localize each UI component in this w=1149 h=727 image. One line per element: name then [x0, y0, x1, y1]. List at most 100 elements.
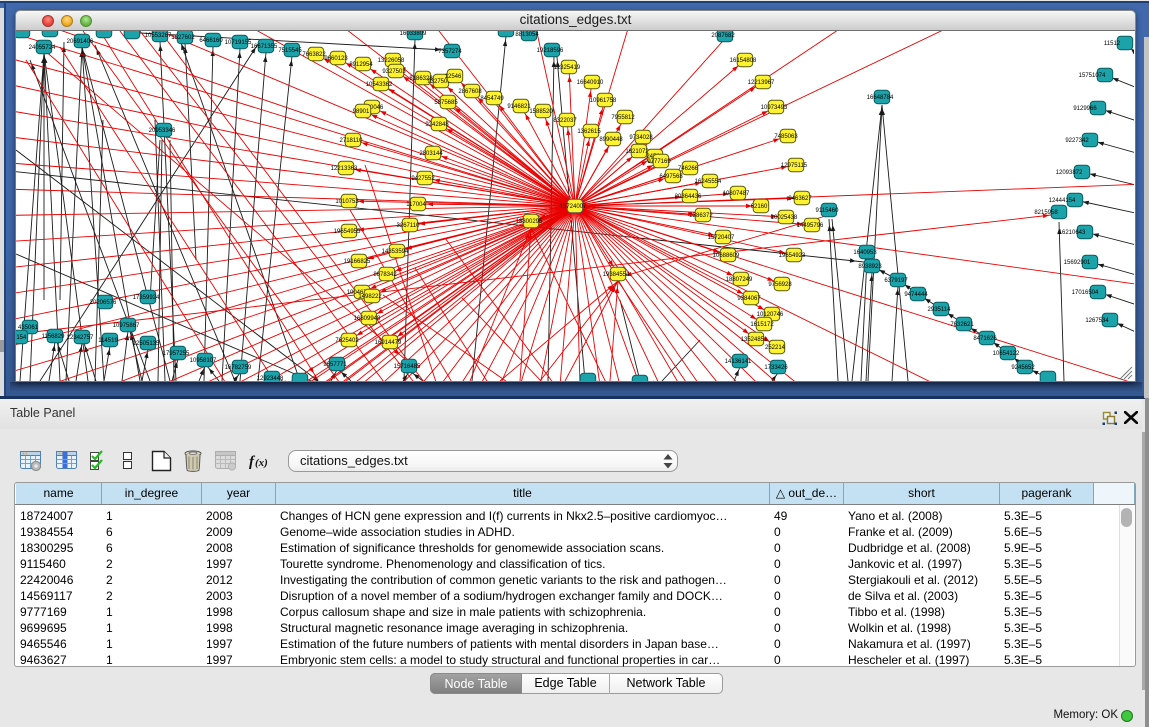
- svg-text:2935114: 2935114: [928, 307, 952, 313]
- svg-text:10975867: 10975867: [113, 323, 140, 329]
- svg-text:13524851: 13524851: [741, 337, 768, 343]
- svg-text:10025438: 10025438: [771, 215, 798, 221]
- svg-text:7663822: 7663822: [302, 52, 326, 58]
- svg-text:1588520: 1588520: [529, 109, 553, 115]
- svg-text:10543362: 10543362: [366, 82, 393, 88]
- svg-text:16210643: 16210643: [1059, 230, 1086, 236]
- svg-text:1615172: 1615172: [750, 322, 774, 328]
- svg-text:9777169: 9777169: [647, 159, 671, 165]
- svg-text:20691406: 20691406: [67, 39, 94, 45]
- svg-text:7625402: 7625402: [335, 338, 359, 344]
- svg-text:746266: 746266: [678, 166, 699, 172]
- svg-text:7955812: 7955812: [611, 115, 635, 121]
- svg-text:1527602: 1527602: [171, 35, 195, 41]
- svg-text:11512: 11512: [1104, 41, 1121, 47]
- svg-text:117004: 117004: [406, 202, 426, 208]
- svg-text:6379197: 6379197: [884, 278, 908, 284]
- svg-text:9660123: 9660123: [324, 56, 348, 62]
- svg-text:19218596: 19218596: [537, 48, 564, 54]
- svg-text:8990448: 8990448: [599, 137, 623, 143]
- svg-text:12975115: 12975115: [781, 163, 808, 169]
- svg-text:12093872: 12093872: [1056, 170, 1083, 176]
- svg-text:9657771: 9657771: [323, 362, 347, 368]
- svg-text:9427552: 9427552: [411, 176, 435, 182]
- svg-text:9474444: 9474444: [904, 292, 928, 298]
- svg-text:15692901: 15692901: [1064, 260, 1091, 266]
- svg-text:2867608: 2867608: [458, 89, 482, 95]
- svg-text:18807249: 18807249: [726, 277, 753, 283]
- svg-text:2386372: 2386372: [689, 213, 713, 219]
- svg-text:12505135: 12505135: [133, 341, 160, 347]
- svg-text:13226058: 13226058: [378, 58, 405, 64]
- svg-text:10961758: 10961758: [590, 98, 617, 104]
- svg-text:2718110: 2718110: [340, 138, 364, 144]
- svg-text:12923448: 12923448: [257, 376, 284, 381]
- svg-text:7632621: 7632621: [950, 322, 974, 328]
- svg-text:9463627: 9463627: [788, 196, 812, 202]
- svg-text:7515545: 7515545: [278, 48, 302, 54]
- svg-text:10973493: 10973493: [761, 105, 788, 111]
- svg-text:9756928: 9756928: [768, 282, 792, 288]
- svg-text:1267534: 1267534: [1085, 318, 1109, 324]
- svg-text:9384067: 9384067: [737, 296, 761, 302]
- svg-text:15720407: 15720407: [708, 235, 735, 241]
- svg-text:15751074: 15751074: [1079, 73, 1106, 79]
- svg-text:62160: 62160: [751, 204, 768, 210]
- svg-text:6466160: 6466160: [199, 38, 223, 44]
- svg-text:9115460: 9115460: [816, 208, 840, 214]
- svg-text:20364436: 20364436: [675, 194, 702, 200]
- svg-text:10719155: 10719155: [225, 40, 252, 46]
- svg-text:2803144: 2803144: [419, 151, 443, 157]
- svg-text:252214: 252214: [765, 345, 786, 351]
- svg-text:1640953: 1640953: [853, 250, 877, 256]
- svg-text:14495796: 14495796: [797, 223, 824, 229]
- svg-text:10688609: 10688609: [713, 253, 740, 259]
- svg-text:8454749: 8454749: [480, 96, 504, 102]
- svg-text:9242848: 9242848: [425, 122, 449, 128]
- svg-text:20206576: 20206576: [90, 300, 117, 306]
- svg-text:18300295: 18300295: [516, 219, 543, 225]
- svg-text:8322037: 8322037: [553, 118, 577, 124]
- svg-text:16782759: 16782759: [225, 365, 252, 371]
- svg-text:1362615: 1362615: [577, 129, 601, 135]
- svg-text:8678342: 8678342: [373, 272, 397, 278]
- svg-text:20953346: 20953346: [149, 128, 176, 134]
- svg-text:16914479: 16914479: [375, 340, 402, 346]
- svg-text:8471626: 8471626: [973, 336, 997, 342]
- svg-text:10654122: 10654122: [993, 351, 1020, 357]
- svg-text:8215958: 8215958: [1034, 210, 1058, 216]
- svg-text:16809948: 16809948: [354, 316, 381, 322]
- svg-text:19166825: 19166825: [344, 259, 371, 265]
- svg-text:16154808: 16154808: [730, 58, 757, 64]
- svg-text:39154: 39154: [16, 335, 27, 341]
- svg-text:19384554: 19384554: [603, 272, 630, 278]
- svg-text:10958107: 10958107: [190, 358, 217, 364]
- svg-text:17957255: 17957255: [163, 351, 190, 357]
- svg-text:114519: 114519: [98, 338, 118, 344]
- svg-text:8938923: 8938923: [858, 264, 882, 270]
- svg-text:12444154: 12444154: [1049, 198, 1076, 204]
- svg-text:12213967: 12213967: [748, 80, 775, 86]
- svg-text:9245652: 9245652: [1011, 365, 1035, 371]
- svg-text:1010753: 1010753: [335, 199, 359, 205]
- svg-text:15716485: 15716485: [394, 364, 421, 370]
- svg-text:11325419: 11325419: [554, 65, 581, 71]
- svg-text:2087682: 2087682: [711, 33, 735, 39]
- svg-text:16640910: 16640910: [577, 80, 604, 86]
- svg-text:17016504: 17016504: [1072, 290, 1099, 296]
- svg-text:17359924: 17359924: [133, 295, 160, 301]
- svg-text:9734028: 9734028: [629, 135, 653, 141]
- svg-text:16245554: 16245554: [695, 179, 722, 185]
- svg-text:9327503: 9327503: [382, 69, 406, 75]
- svg-text:16648784: 16648784: [867, 95, 894, 101]
- svg-text:8813054: 8813054: [515, 32, 539, 38]
- svg-text:12342757: 12342757: [67, 335, 94, 341]
- svg-text:1156829: 1156829: [42, 334, 66, 340]
- svg-text:16671355: 16671355: [251, 44, 278, 50]
- svg-text:18724007: 18724007: [560, 204, 587, 210]
- svg-text:5875685: 5875685: [434, 100, 458, 106]
- svg-text:6497568: 6497568: [659, 174, 683, 180]
- svg-text:24055724: 24055724: [29, 45, 56, 51]
- svg-text:7485063: 7485063: [774, 134, 798, 140]
- svg-text:12213363: 12213363: [331, 166, 358, 172]
